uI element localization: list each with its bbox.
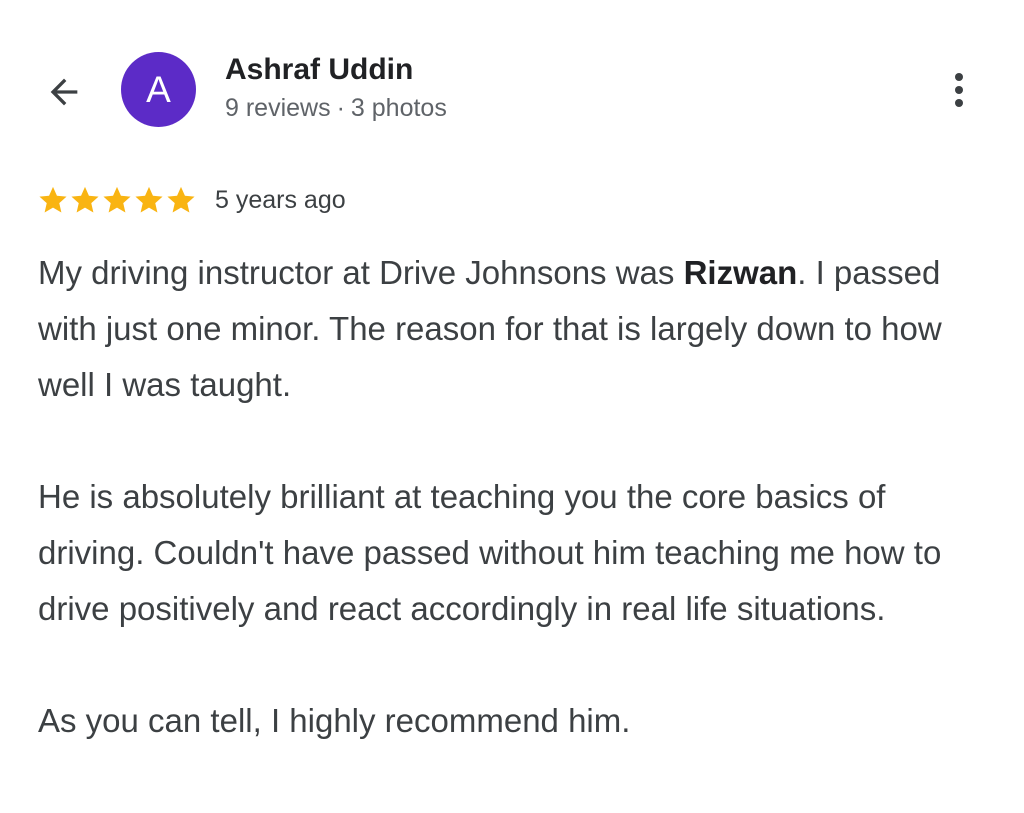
review-paragraph-1: My driving instructor at Drive Johnsons … <box>38 245 998 413</box>
avatar-letter: A <box>146 69 171 110</box>
instructor-name: Rizwan <box>683 254 798 291</box>
meta-separator: · <box>336 94 345 122</box>
arrow-back-icon <box>50 78 78 106</box>
review-text-segment: My driving instructor at Drive Johnsons … <box>38 254 684 291</box>
star-icon <box>39 186 67 213</box>
more-vert-icon-dot <box>955 99 963 107</box>
rating-row: 5 years ago <box>37 183 346 217</box>
more-options-button[interactable] <box>935 62 983 118</box>
reviews-count: 9 reviews <box>225 94 331 122</box>
star-icon <box>167 186 195 213</box>
photos-count: 3 photos <box>350 94 447 122</box>
back-button[interactable] <box>40 68 88 116</box>
star-rating <box>37 184 197 216</box>
review-body: My driving instructor at Drive Johnsons … <box>38 245 998 749</box>
review-time: 5 years ago <box>215 185 346 214</box>
more-vert-icon-dot <box>955 86 963 94</box>
avatar[interactable]: A <box>121 52 196 127</box>
author-name[interactable]: Ashraf Uddin <box>225 53 413 87</box>
author-meta: 9 reviews · 3 photos <box>225 94 447 123</box>
more-vert-icon <box>955 73 963 81</box>
star-icon <box>71 186 99 213</box>
star-icon <box>135 186 163 213</box>
review-paragraph-2: He is absolutely brilliant at teaching y… <box>38 478 942 627</box>
star-icon <box>103 186 131 213</box>
review-paragraph-3: As you can tell, I highly recommend him. <box>38 702 631 739</box>
review-header: A Ashraf Uddin 9 reviews · 3 photos <box>0 0 1024 160</box>
